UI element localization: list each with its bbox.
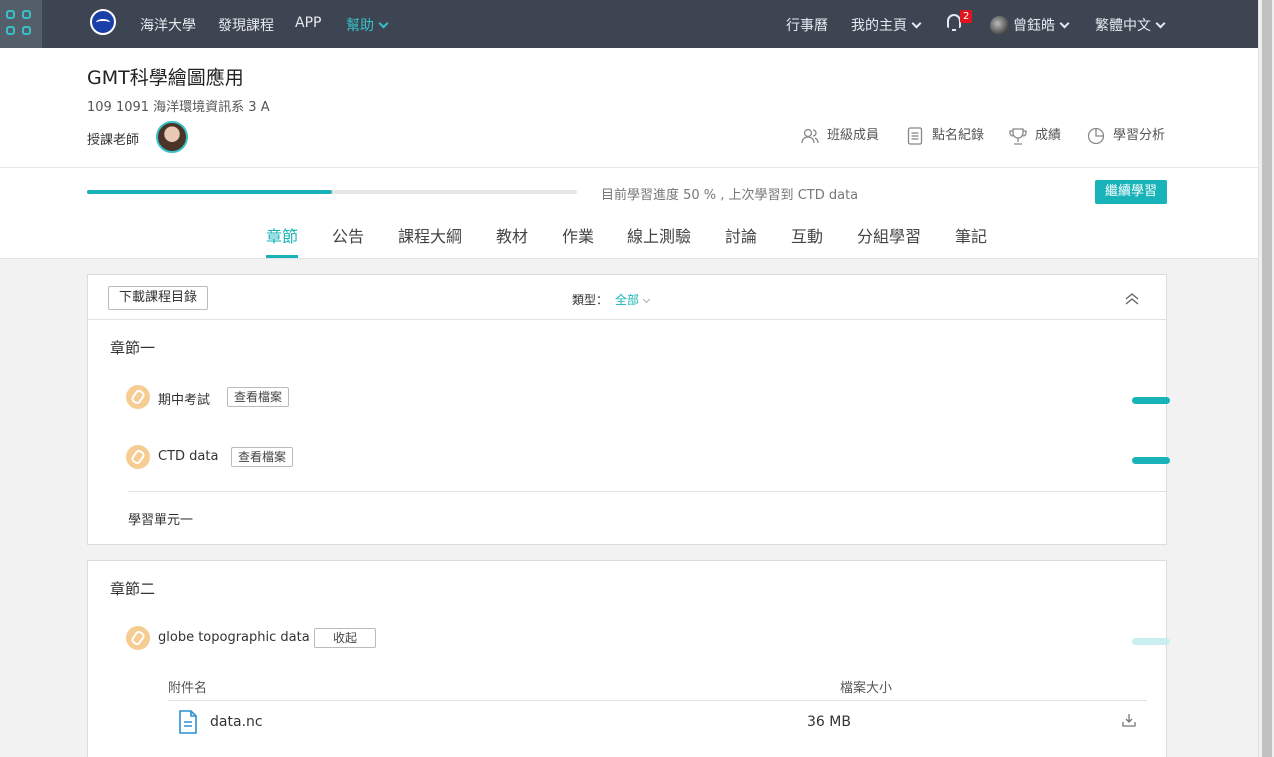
course-tabs: 章節 公告 課程大綱 教材 作業 線上測驗 討論 互動 分組學習 筆記	[0, 223, 1258, 259]
course-header: GMT科學繪圖應用 109 1091 海洋環境資訊系 3 A 授課老師 班級成員…	[0, 48, 1258, 259]
tab-discussion[interactable]: 討論	[725, 223, 757, 247]
nav-link-app[interactable]: APP	[295, 15, 321, 31]
teacher-avatar[interactable]	[156, 121, 188, 153]
chapter-title: 章節二	[110, 580, 156, 598]
course-title: GMT科學繪圖應用	[87, 67, 244, 89]
item-progress-bar	[1132, 397, 1170, 404]
members-icon	[801, 128, 819, 143]
chevron-down-icon	[911, 18, 922, 29]
chapter-item-globe-topographic[interactable]: globe topographic data 收起	[126, 626, 1176, 652]
download-catalog-button[interactable]: 下載課程目錄	[108, 286, 208, 310]
quick-link-attendance[interactable]: 點名紀錄	[906, 124, 984, 145]
university-logo[interactable]	[90, 9, 116, 35]
view-file-button[interactable]: 查看檔案	[231, 447, 293, 467]
chapter-item-ctd-data[interactable]: CTD data 查看檔案	[126, 445, 1176, 471]
chevron-down-icon	[378, 18, 389, 29]
chapter-title: 章節一	[110, 339, 156, 357]
header-divider	[0, 167, 1258, 168]
attachment-file-name[interactable]: data.nc	[210, 714, 263, 730]
learning-progress-bar	[87, 190, 577, 194]
chevron-down-icon	[642, 295, 651, 304]
tab-interaction[interactable]: 互動	[791, 223, 823, 247]
top-navbar: 海洋大學 發現課程 APP 幫助 行事曆 我的主頁 2 曾鈺皓 繁體中文	[0, 0, 1258, 48]
tab-notes[interactable]: 筆記	[955, 223, 987, 247]
quick-link-label: 班級成員	[827, 128, 880, 143]
nav-user-name: 曾鈺皓	[1013, 18, 1055, 34]
quick-link-label: 點名紀錄	[932, 128, 985, 143]
notification-badge: 2	[960, 10, 973, 23]
chapter-item-name: CTD data	[158, 449, 219, 464]
nav-home-label: 我的主頁	[851, 18, 907, 34]
tab-chapters[interactable]: 章節	[266, 223, 299, 258]
chapter-item-name: 期中考試	[158, 393, 211, 408]
quick-link-learning-analytics[interactable]: 學習分析	[1087, 124, 1165, 145]
bell-icon[interactable]	[947, 14, 961, 31]
type-filter-value: 全部	[615, 293, 640, 307]
chapter-toolbar: 下載課程目錄 類型： 全部	[88, 275, 1166, 320]
chevron-down-icon	[1155, 18, 1166, 29]
course-subtitle: 109 1091 海洋環境資訊系 3 A	[87, 100, 270, 115]
item-progress-bar	[1132, 638, 1170, 645]
nav-calendar[interactable]: 行事曆	[786, 15, 828, 35]
document-icon	[907, 126, 923, 145]
nav-help-menu[interactable]: 幫助	[346, 15, 389, 35]
tab-syllabus[interactable]: 課程大綱	[398, 223, 462, 247]
tab-materials[interactable]: 教材	[496, 223, 528, 247]
nav-home-menu[interactable]: 我的主頁	[851, 15, 922, 35]
type-filter-select[interactable]: 全部	[615, 291, 651, 308]
unit-divider	[128, 491, 1166, 492]
chapter-item-midterm[interactable]: 期中考試 查看檔案	[126, 385, 1176, 411]
chapter-card-1: 下載課程目錄 類型： 全部 章節一 期中考試 查看檔案 CTD data 查看檔…	[87, 274, 1170, 545]
tab-group-learning[interactable]: 分組學習	[857, 223, 921, 247]
continue-learning-button[interactable]: 繼續學習	[1095, 180, 1167, 204]
chapter-card-2: 章節二 globe topographic data 收起 附件名 檔案大小 d…	[87, 560, 1170, 757]
apps-grid-icon[interactable]	[0, 0, 42, 48]
paperclip-icon	[126, 626, 150, 650]
tab-announcements[interactable]: 公告	[332, 223, 364, 247]
attachment-file-size: 36 MB	[807, 714, 851, 730]
file-icon	[179, 710, 197, 734]
nav-link-university[interactable]: 海洋大學	[140, 15, 196, 35]
chevron-down-icon	[1059, 18, 1070, 29]
attachment-name-header: 附件名	[168, 681, 208, 696]
quick-link-grades[interactable]: 成績	[1009, 124, 1061, 145]
item-progress-bar	[1132, 457, 1170, 464]
paperclip-icon	[126, 385, 150, 409]
chapter-item-name: globe topographic data	[158, 630, 310, 645]
collapse-all-icon[interactable]	[1125, 292, 1139, 306]
tab-assignments[interactable]: 作業	[562, 223, 594, 247]
learning-progress-text: 目前學習進度 50 % , 上次學習到 CTD data	[601, 188, 859, 203]
quick-link-class-members[interactable]: 班級成員	[801, 124, 879, 145]
nav-language-label: 繁體中文	[1095, 18, 1151, 34]
attachment-size-header: 檔案大小	[840, 681, 893, 696]
quick-link-label: 學習分析	[1113, 128, 1166, 143]
nav-help-label: 幫助	[346, 18, 374, 34]
attachment-divider	[168, 700, 1147, 701]
scrollbar-thumb[interactable]	[1262, 0, 1272, 757]
trophy-icon	[1009, 127, 1027, 145]
type-filter-label: 類型：	[572, 293, 609, 307]
teacher-label: 授課老師	[87, 133, 140, 148]
user-avatar[interactable]	[990, 16, 1009, 35]
quick-link-label: 成績	[1035, 128, 1062, 143]
view-file-button[interactable]: 查看檔案	[227, 387, 289, 407]
paperclip-icon	[126, 445, 150, 469]
tab-online-quiz[interactable]: 線上測驗	[627, 223, 691, 247]
nav-link-discover-courses[interactable]: 發現課程	[218, 15, 274, 35]
learning-unit-title[interactable]: 學習單元一	[128, 509, 193, 528]
learning-progress-fill	[87, 190, 332, 194]
scrollbar[interactable]	[1258, 0, 1274, 757]
collapse-button[interactable]: 收起	[314, 628, 376, 648]
nav-language-menu[interactable]: 繁體中文	[1095, 15, 1166, 35]
pie-chart-icon	[1087, 127, 1105, 144]
download-icon[interactable]	[1122, 713, 1136, 727]
nav-user-menu[interactable]: 曾鈺皓	[1013, 15, 1070, 35]
